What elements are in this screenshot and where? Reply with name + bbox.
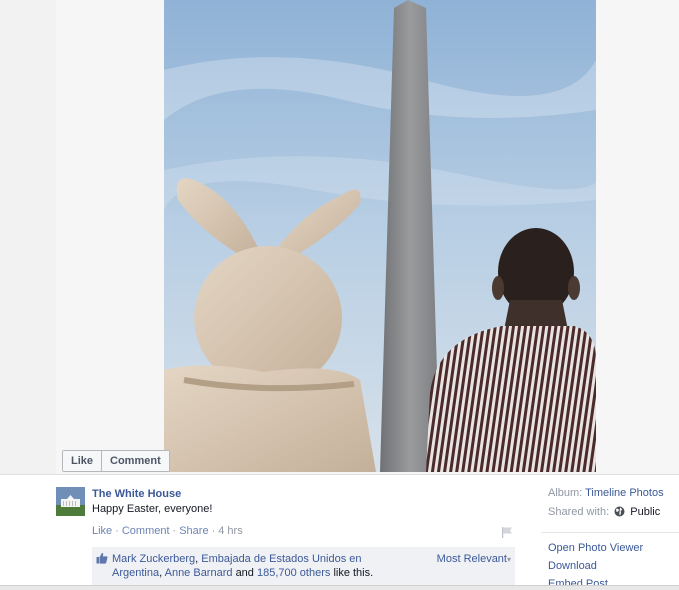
separator: · [115, 525, 119, 537]
chevron-down-icon: ▾ [506, 555, 511, 564]
shared-with-label: Shared with: [548, 506, 610, 518]
liker-link[interactable]: Mark Zuckerberg [112, 553, 195, 565]
easter-photo-image [164, 0, 596, 472]
privacy-value[interactable]: Public [630, 506, 660, 518]
post-photo[interactable] [164, 0, 596, 472]
post-like-link[interactable]: Like [92, 525, 112, 537]
page-name-link[interactable]: The White House [92, 488, 181, 500]
separator: · [211, 525, 216, 537]
privacy-row: Shared with: Public [548, 506, 679, 525]
liker-link[interactable]: Anne Barnard [165, 567, 233, 579]
comment-sort-label: Most Relevant [436, 553, 507, 565]
post-share-link[interactable]: Share [179, 525, 208, 537]
photo-options-list: Open Photo Viewer Download Embed Post [548, 542, 643, 590]
photo-page: Like Comment The White House Happy Easte… [0, 0, 679, 590]
album-row: Album: Timeline Photos [548, 487, 679, 506]
post-comment-link[interactable]: Comment [122, 525, 170, 537]
right-margin [596, 0, 679, 474]
download-link[interactable]: Download [548, 560, 643, 578]
post-action-row: Like · Comment · Share · 4 hrs [92, 525, 243, 537]
divider [541, 532, 679, 533]
likes-count-link[interactable]: 185,700 others [257, 567, 330, 579]
likes-conjunction: and [235, 567, 254, 579]
likes-suffix: like this. [333, 567, 374, 579]
photo-like-button[interactable]: Like [63, 451, 102, 471]
left-margin [0, 0, 56, 474]
photo-info-panel: Album: Timeline Photos Shared with: Publ… [548, 487, 679, 525]
likes-summary: Mark Zuckerberg, Embajada de Estados Uni… [92, 547, 515, 587]
separator: · [172, 525, 177, 537]
flag-icon[interactable] [501, 526, 513, 538]
avatar[interactable] [56, 487, 85, 516]
white-house-avatar-icon [56, 487, 85, 516]
photo-action-bar: Like Comment [62, 450, 170, 472]
likes-text: Mark Zuckerberg, Embajada de Estados Uni… [112, 553, 374, 579]
open-photo-viewer-link[interactable]: Open Photo Viewer [548, 542, 643, 560]
comment-sort-dropdown[interactable]: Most Relevant▾ [437, 553, 511, 565]
horizontal-scrollbar[interactable] [0, 585, 679, 590]
photo-comment-button[interactable]: Comment [101, 451, 169, 471]
thumbs-up-icon [96, 552, 108, 564]
post-caption: Happy Easter, everyone! [92, 503, 213, 515]
post-timestamp[interactable]: 4 hrs [218, 525, 242, 537]
album-link[interactable]: Timeline Photos [585, 487, 663, 499]
album-label: Album: [548, 487, 583, 499]
globe-icon [614, 506, 625, 517]
